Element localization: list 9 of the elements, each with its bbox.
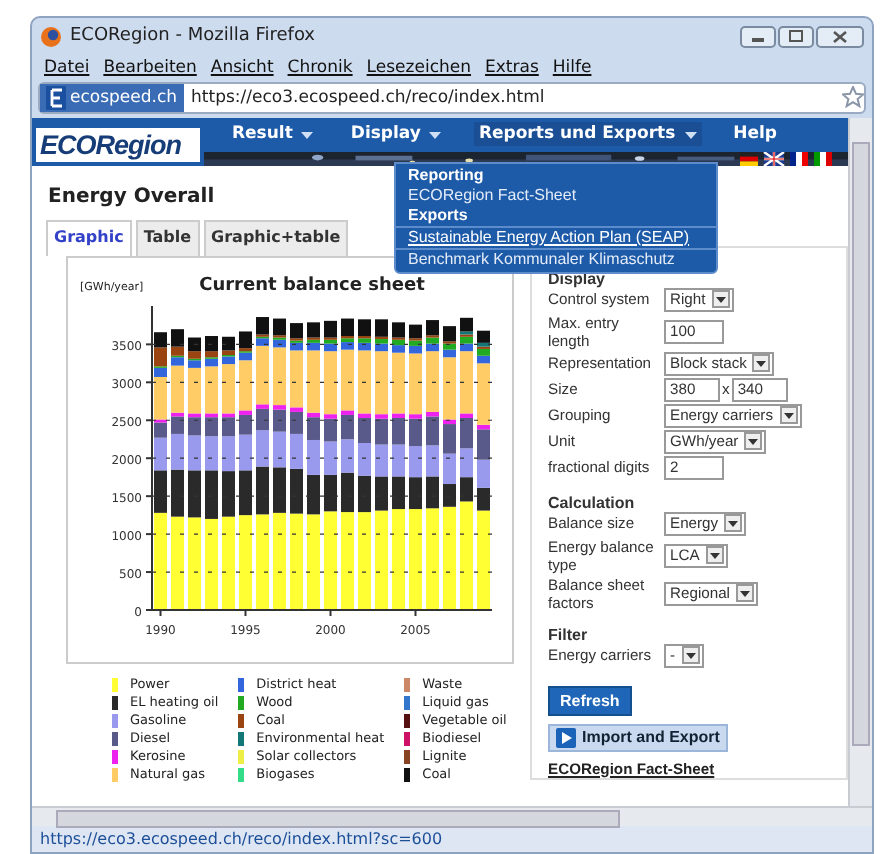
- section-title: Calculation: [548, 493, 635, 512]
- page-title: Energy Overall: [46, 183, 215, 212]
- section-title: Filter: [548, 625, 588, 644]
- status-bar-url: https://eco3.ecospeed.ch/reco/index.html?sc=600: [32, 826, 872, 852]
- menu-heading: Reporting: [406, 165, 486, 186]
- chart-title: Current balance sheet: [199, 275, 425, 296]
- section-title: Display: [548, 269, 605, 288]
- window-title: ECORegion - Mozilla Firefox: [70, 26, 317, 47]
- menu-heading: Exports: [406, 205, 470, 226]
